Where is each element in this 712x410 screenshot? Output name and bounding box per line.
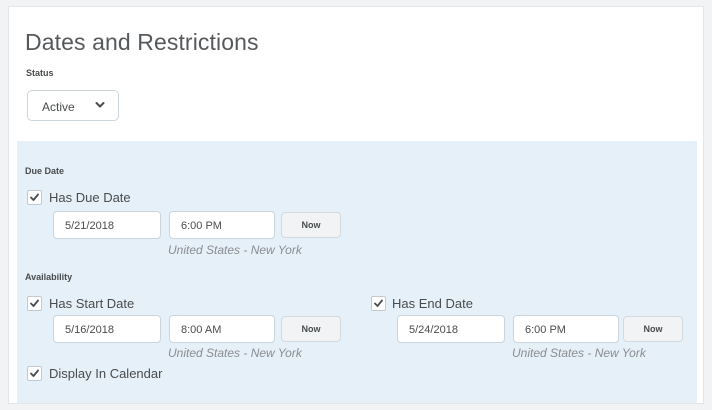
- has-due-date-label: Has Due Date: [49, 190, 131, 205]
- start-now-button[interactable]: Now: [281, 316, 341, 342]
- checkmark-icon: [30, 369, 39, 377]
- due-now-button[interactable]: Now: [281, 212, 341, 238]
- start-date-value: 5/16/2018: [65, 324, 114, 336]
- has-end-date-label: Has End Date: [392, 296, 473, 311]
- due-timezone: United States - New York: [168, 243, 302, 257]
- has-due-date-checkbox[interactable]: [27, 190, 42, 205]
- due-time-value: 6:00 PM: [181, 220, 222, 232]
- status-select[interactable]: Active: [27, 90, 119, 121]
- status-label: Status: [26, 68, 54, 78]
- checkmark-icon: [30, 193, 39, 201]
- end-date-value: 5/24/2018: [409, 324, 458, 336]
- end-now-button[interactable]: Now: [623, 316, 683, 342]
- due-date-section-label: Due Date: [25, 166, 65, 176]
- due-time-input[interactable]: 6:00 PM: [169, 211, 275, 239]
- has-start-date-label: Has Start Date: [49, 296, 135, 311]
- due-now-label: Now: [301, 220, 321, 230]
- start-timezone: United States - New York: [168, 346, 302, 360]
- display-in-calendar-label: Display In Calendar: [49, 366, 163, 381]
- chevron-down-icon: [95, 102, 105, 108]
- checkmark-icon: [374, 299, 383, 307]
- start-time-value: 8:00 AM: [181, 324, 222, 336]
- page-title: Dates and Restrictions: [25, 29, 259, 55]
- status-select-value: Active: [42, 100, 75, 114]
- start-now-label: Now: [301, 324, 321, 334]
- dates-restrictions-panel: Dates and Restrictions Status Active Due…: [8, 6, 704, 404]
- due-date-value: 5/21/2018: [65, 220, 114, 232]
- display-in-calendar-checkbox[interactable]: [27, 366, 42, 381]
- end-date-input[interactable]: 5/24/2018: [397, 315, 505, 343]
- dates-section: Due Date Has Due Date 5/21/2018 6:00 PM …: [17, 141, 697, 403]
- end-time-value: 6:00 PM: [525, 324, 566, 336]
- end-time-input[interactable]: 6:00 PM: [513, 315, 619, 343]
- end-now-label: Now: [643, 324, 663, 334]
- has-end-date-checkbox[interactable]: [371, 296, 386, 311]
- start-date-input[interactable]: 5/16/2018: [53, 315, 161, 343]
- end-timezone: United States - New York: [512, 346, 646, 360]
- checkmark-icon: [30, 299, 39, 307]
- start-time-input[interactable]: 8:00 AM: [169, 315, 275, 343]
- availability-section-label: Availability: [25, 272, 73, 282]
- due-date-input[interactable]: 5/21/2018: [53, 211, 161, 239]
- has-start-date-checkbox[interactable]: [27, 296, 42, 311]
